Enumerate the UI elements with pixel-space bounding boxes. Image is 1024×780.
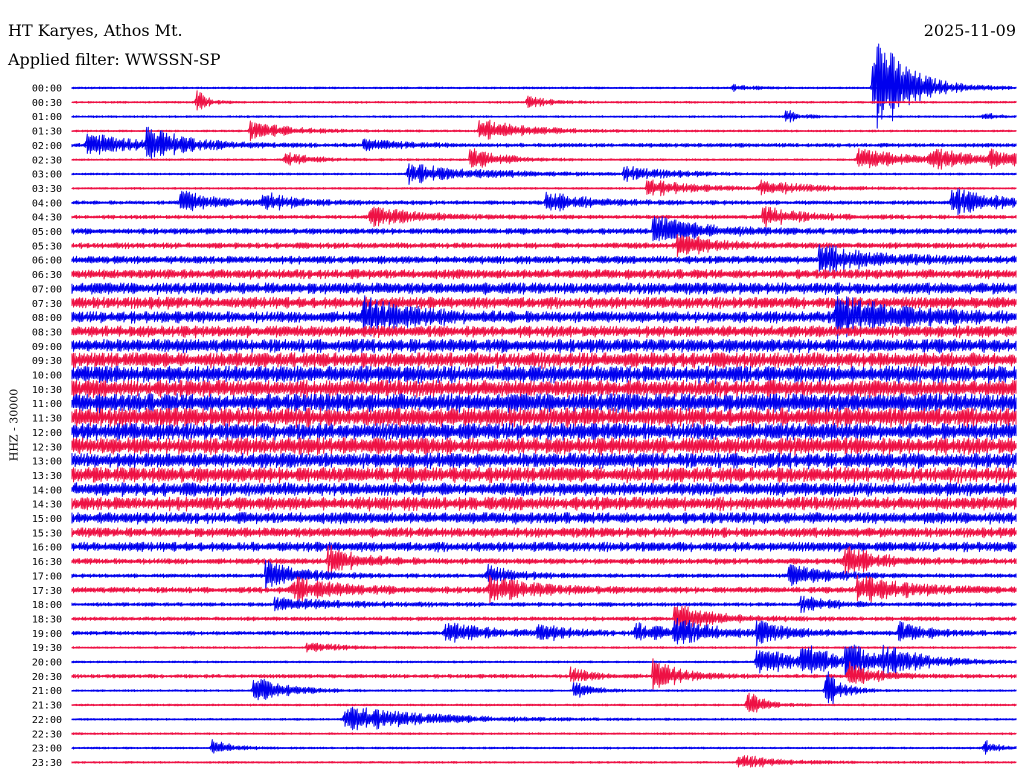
row-time-label: 06:00 bbox=[32, 256, 62, 267]
row-time-label: 01:30 bbox=[32, 127, 62, 138]
row-time-label: 21:00 bbox=[32, 686, 62, 697]
row-time-label: 20:30 bbox=[32, 672, 62, 683]
trace-row bbox=[71, 706, 1017, 731]
row-time-label: 10:00 bbox=[32, 371, 62, 382]
row-time-label: 04:30 bbox=[32, 213, 62, 224]
row-time-label: 13:00 bbox=[32, 457, 62, 468]
row-time-label: 10:30 bbox=[32, 385, 62, 396]
row-time-label: 03:00 bbox=[32, 170, 62, 181]
row-time-label: 20:00 bbox=[32, 658, 62, 669]
row-time-label: 14:30 bbox=[32, 500, 62, 511]
row-time-label: 18:00 bbox=[32, 600, 62, 611]
row-time-label: 16:30 bbox=[32, 557, 62, 568]
helicorder-plot: 00:00 00:30 01:00 01:30 02:00 02:30 03:00 03:30… bbox=[32, 43, 1017, 769]
trace-row bbox=[71, 148, 1017, 170]
trace-row bbox=[71, 755, 1017, 768]
row-time-label: 08:00 bbox=[32, 313, 62, 324]
trace-row bbox=[71, 545, 1017, 577]
row-time-label: 00:00 bbox=[32, 84, 62, 95]
row-time-label: 03:30 bbox=[32, 184, 62, 195]
row-time-label: 12:30 bbox=[32, 442, 62, 453]
row-time-label: 04:00 bbox=[32, 198, 62, 209]
row-time-label: 15:30 bbox=[32, 528, 62, 539]
trace-row bbox=[71, 216, 1017, 242]
row-time-label: 11:00 bbox=[32, 399, 62, 410]
row-time-label: 23:30 bbox=[32, 758, 62, 769]
trace-row bbox=[71, 739, 1017, 755]
row-time-label: 19:30 bbox=[32, 643, 62, 654]
trace-row bbox=[71, 617, 1017, 647]
row-time-label: 05:30 bbox=[32, 241, 62, 252]
row-time-label: 15:00 bbox=[32, 514, 62, 525]
row-time-label: 18:30 bbox=[32, 614, 62, 625]
row-time-label: 11:30 bbox=[32, 414, 62, 425]
row-time-label: 05:00 bbox=[32, 227, 62, 238]
row-time-label: 19:00 bbox=[32, 629, 62, 640]
row-time-label: 16:00 bbox=[32, 543, 62, 554]
row-time-label: 09:30 bbox=[32, 356, 62, 367]
row-time-label: 02:00 bbox=[32, 141, 62, 152]
row-time-label: 12:00 bbox=[32, 428, 62, 439]
row-time-label: 09:00 bbox=[32, 342, 62, 353]
trace-row bbox=[71, 692, 1017, 713]
row-time-label: 07:00 bbox=[32, 284, 62, 295]
row-time-label: 23:00 bbox=[32, 744, 62, 755]
row-time-label: 22:00 bbox=[32, 715, 62, 726]
seismogram-page: HT Karyes, Athos Mt. 2025-11-09 Applied … bbox=[0, 0, 1024, 780]
row-time-label: 02:30 bbox=[32, 155, 62, 166]
trace-row bbox=[71, 574, 1017, 604]
row-time-label: 14:00 bbox=[32, 485, 62, 496]
row-time-label: 07:30 bbox=[32, 299, 62, 310]
row-time-label: 22:30 bbox=[32, 729, 62, 740]
row-time-label: 21:30 bbox=[32, 701, 62, 712]
row-time-label: 00:30 bbox=[32, 98, 62, 109]
row-time-label: 08:30 bbox=[32, 327, 62, 338]
row-time-label: 06:30 bbox=[32, 270, 62, 281]
row-time-label: 01:00 bbox=[32, 112, 62, 123]
row-time-label: 13:30 bbox=[32, 471, 62, 482]
row-time-label: 17:30 bbox=[32, 586, 62, 597]
row-time-label: 17:00 bbox=[32, 571, 62, 582]
trace-row bbox=[71, 188, 1017, 216]
